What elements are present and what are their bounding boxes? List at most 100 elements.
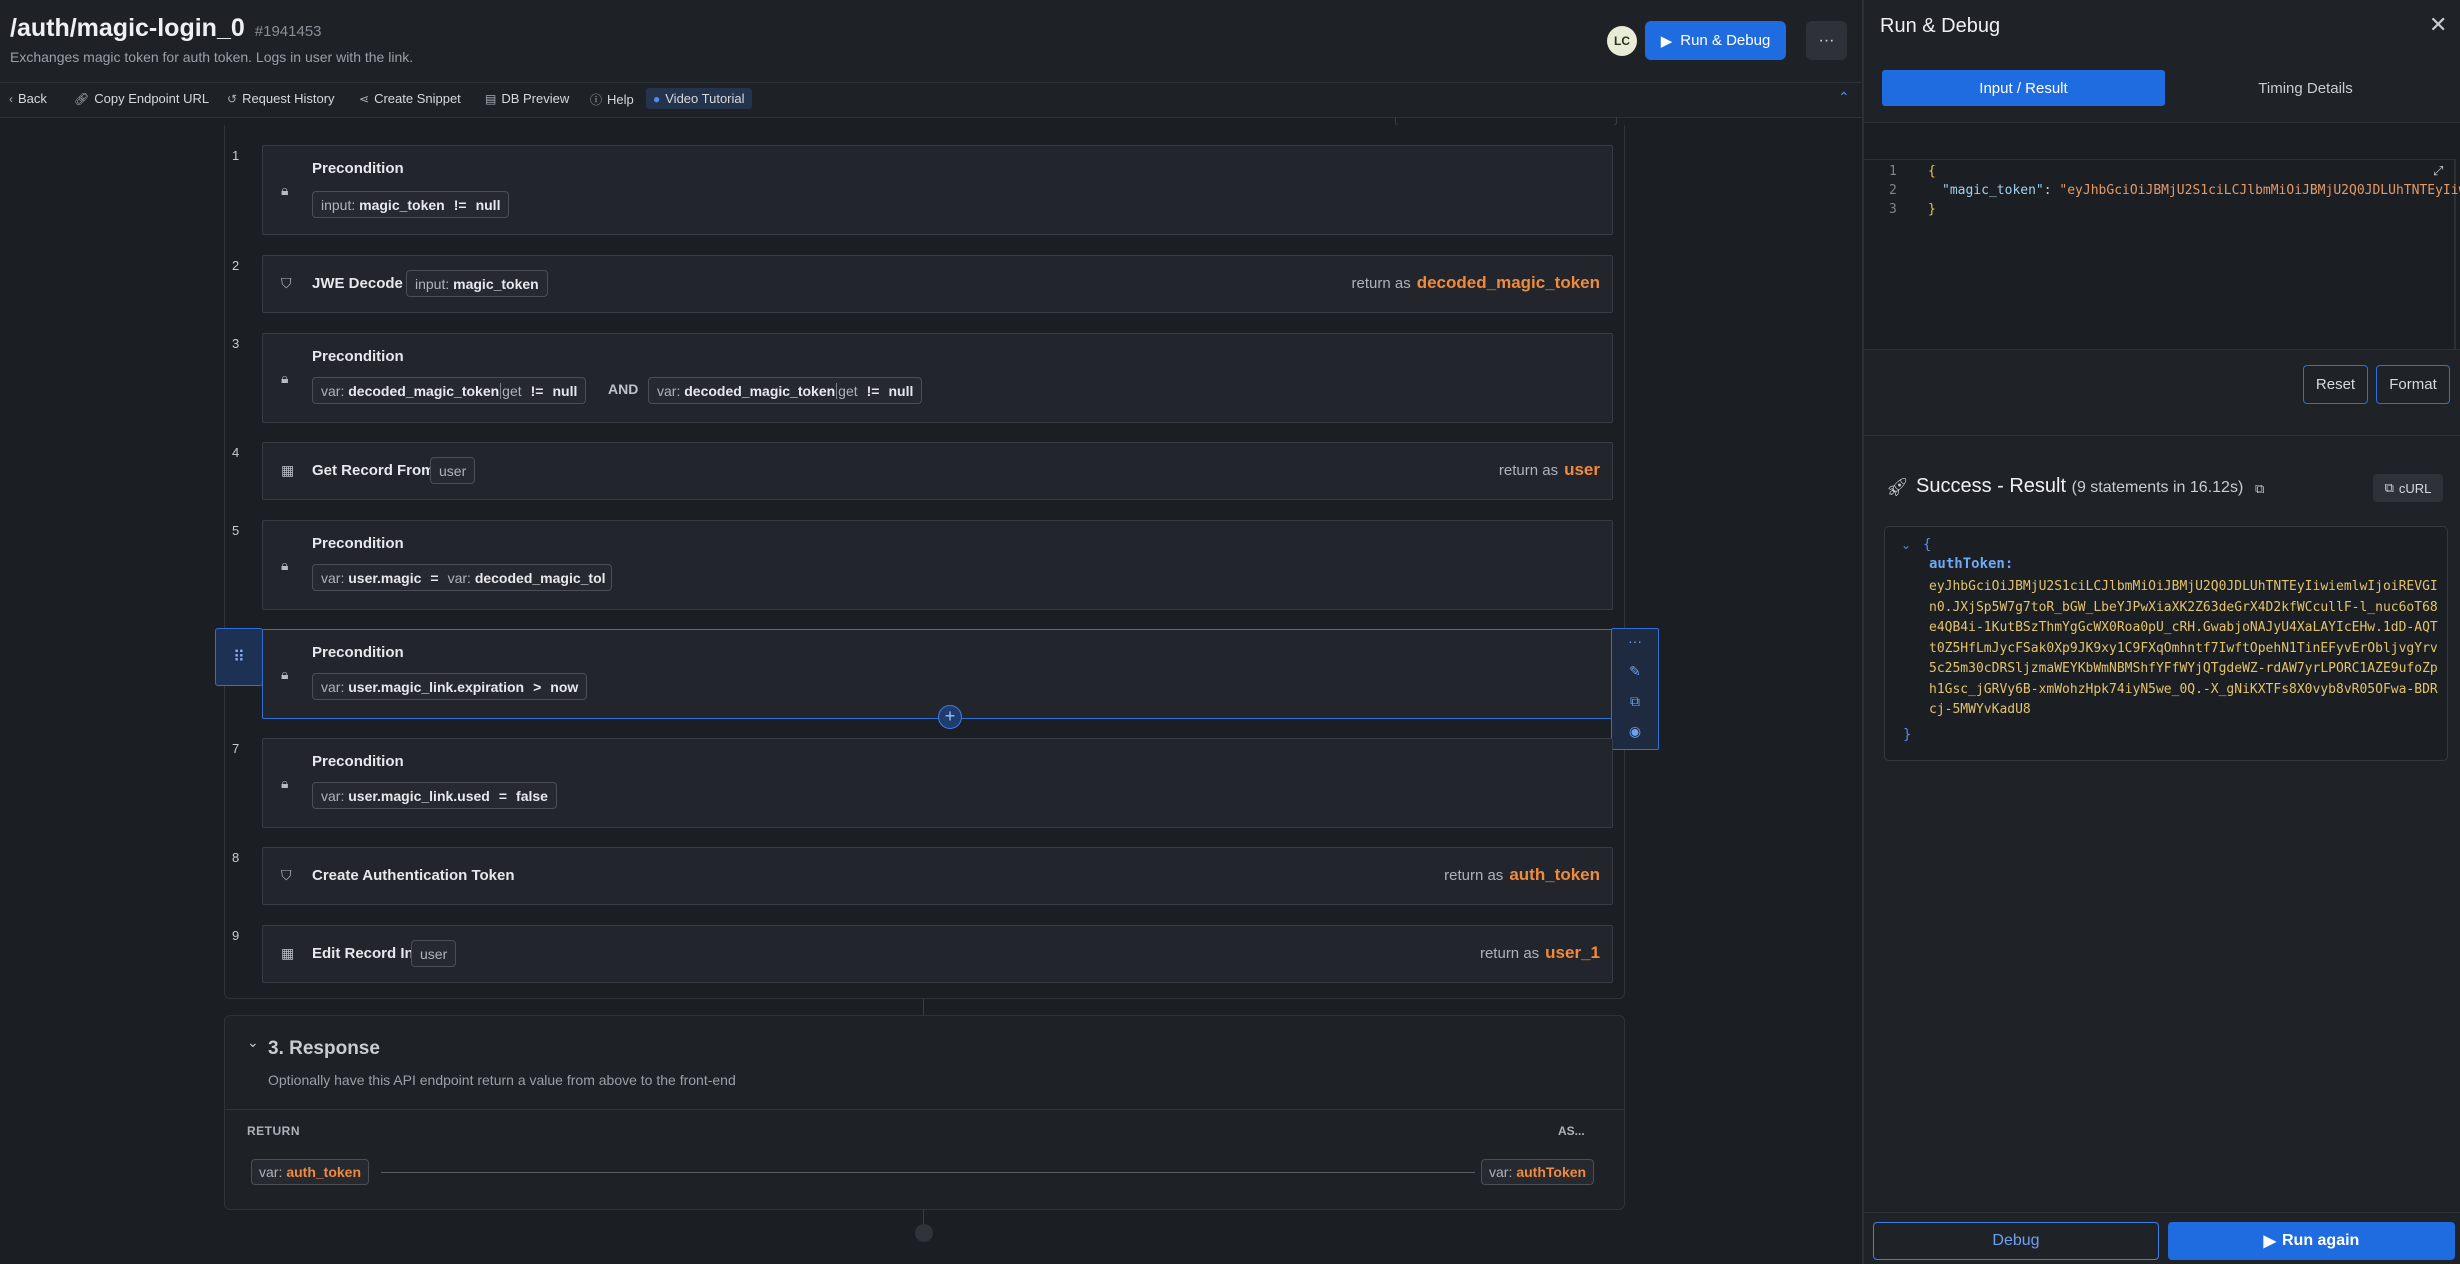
copy-icon: ⧉ (2384, 480, 2394, 495)
step-number: 5 (232, 523, 240, 538)
eye-icon[interactable]: ◉ (1612, 723, 1658, 740)
condition-chip[interactable]: var: user.magic = var: decoded_magic_tol (312, 564, 612, 591)
copy-icon[interactable]: ⧉ (2255, 481, 2264, 497)
tab-timing-details[interactable]: Timing Details (2164, 70, 2447, 106)
step-create-auth-token[interactable]: ⛉ Create Authentication Token return as a… (262, 847, 1613, 905)
chevron-down-icon[interactable]: ⌄ (1901, 538, 1911, 552)
editor-body[interactable]: 1 { 2 "magic_token": "eyJhbGciOiJBMjU2S1… (1864, 159, 2460, 349)
step-get-record[interactable]: ▦ Get Record From user return as user (262, 442, 1613, 500)
more-actions-icon[interactable]: ··· (1612, 633, 1658, 649)
step-number: 1 (232, 148, 240, 163)
table-chip[interactable]: user (411, 940, 457, 967)
db-preview-button[interactable]: ▤ DB Preview (485, 91, 569, 106)
step-precondition-6[interactable]: 🔒︎ Precondition var: user.magic_link.exp… (262, 629, 1613, 719)
chip-var: decoded_magic_tol (474, 569, 606, 586)
panel-title: Run & Debug (1880, 15, 2001, 37)
function-stack-editor: /auth/magic-login_0 #1941453 Exchanges ma… (0, 0, 1862, 1264)
chip-var: magic_token (453, 275, 539, 292)
run-debug-panel: Run & Debug ✕ Input / Result Timing Deta… (1862, 0, 2460, 1264)
close-icon[interactable]: ✕ (2429, 12, 2447, 38)
collapse-toolbar-icon[interactable]: ⌃ (1838, 89, 1850, 106)
as-value-chip[interactable]: var: authToken (1481, 1159, 1595, 1185)
return-var[interactable]: decoded_magic_token (1417, 273, 1600, 292)
run-debug-label: Run & Debug (1680, 32, 1771, 49)
step-jwe-decode[interactable]: ⛉ JWE Decode input: magic_token return a… (262, 255, 1613, 313)
link-icon: 🔗︎ (74, 91, 90, 106)
run-again-button[interactable]: ▶ Run again (2168, 1222, 2455, 1260)
back-label: Back (18, 91, 47, 106)
step-precondition-1[interactable]: 🔒︎ Precondition input: magic_token != null (262, 145, 1613, 235)
debug-button[interactable]: Debug (1873, 1222, 2159, 1260)
history-label: Request History (242, 91, 335, 106)
chip-var: user.magic_link.used (348, 787, 490, 804)
chip-prefix: var: (321, 382, 345, 399)
back-button[interactable]: ‹ Back (9, 91, 47, 106)
stack-connector (923, 1209, 924, 1225)
video-tutorial-button[interactable]: ● Video Tutorial (646, 88, 752, 109)
result-status: Success - Result (1916, 475, 2067, 497)
condition-chip[interactable]: var: decoded_magic_token get != null (648, 377, 923, 404)
add-step-icon[interactable]: + (938, 705, 962, 729)
condition-chip[interactable]: input: magic_token != null (312, 191, 510, 218)
return-var[interactable]: user (1564, 460, 1600, 479)
and-operator[interactable]: AND (608, 381, 638, 397)
create-snippet-button[interactable]: ⋖ Create Snippet (359, 91, 461, 106)
duplicate-icon[interactable]: ⧉ (1612, 693, 1658, 710)
endpoint-id: #1941453 (254, 23, 322, 40)
step-precondition-3[interactable]: 🔒︎ Precondition var: decoded_magic_token… (262, 333, 1613, 423)
edit-icon[interactable]: ✎ (1612, 663, 1658, 680)
table-chip[interactable]: user (430, 457, 476, 484)
drag-handle-icon[interactable]: ⠿ (215, 628, 263, 686)
tab-input-result[interactable]: Input / Result (1882, 70, 2165, 106)
chip-operator: != (530, 382, 544, 399)
stack-connector (923, 999, 924, 1015)
return-as: return as user (1499, 460, 1600, 480)
chip-prefix: var: (321, 569, 345, 586)
return-var[interactable]: auth_token (1509, 865, 1600, 884)
reset-button[interactable]: Reset (2303, 365, 2368, 404)
step-edit-record[interactable]: ▦ Edit Record In user return as user_1 (262, 925, 1613, 983)
lock-icon: 🔒︎ (281, 666, 289, 682)
run-debug-button[interactable]: ▶ Run & Debug (1645, 21, 1786, 60)
help-button[interactable]: ⓘ Help (590, 91, 634, 108)
condition-chip[interactable]: var: user.magic_link.expiration > now (312, 673, 588, 700)
expand-icon[interactable]: ⤢ (2433, 163, 2443, 179)
return-value-chip[interactable]: var: auth_token (251, 1159, 370, 1185)
return-var[interactable]: user_1 (1545, 943, 1600, 962)
play-circle-icon: ● (653, 91, 661, 106)
step-precondition-5[interactable]: 🔒︎ Precondition var: user.magic = var: dec… (262, 520, 1613, 610)
response-description: Optionally have this API endpoint return… (268, 1072, 736, 1088)
db-preview-label: DB Preview (501, 91, 570, 106)
lock-icon: 🔒︎ (281, 557, 289, 573)
return-as: return as auth_token (1444, 865, 1600, 885)
response-title[interactable]: 3. Response (268, 1038, 380, 1060)
condition-chip[interactable]: var: user.magic_link.used = false (312, 782, 557, 809)
chip-operator: > (533, 678, 542, 695)
chevron-down-icon[interactable]: ⌄ (247, 1034, 259, 1051)
avatar[interactable]: LC (1607, 26, 1637, 56)
request-history-button[interactable]: ↺ Request History (227, 91, 335, 106)
curl-button[interactable]: ⧉ cURL (2373, 474, 2443, 502)
line-number: 1 (1889, 164, 1897, 179)
result-title: Success - Result (9 statements in 16.12s… (1916, 475, 2243, 498)
step-number: 4 (232, 445, 240, 460)
step-title: Precondition (312, 348, 404, 365)
snippet-label: Create Snippet (374, 91, 461, 106)
return-as: return as user_1 (1480, 943, 1600, 963)
format-button[interactable]: Format (2376, 365, 2450, 404)
step-number: 8 (232, 850, 240, 865)
condition-chip[interactable]: var: decoded_magic_token get != null (312, 377, 587, 404)
more-options-button[interactable]: ··· (1806, 21, 1847, 60)
step-precondition-7[interactable]: 🔒︎ Precondition var: user.magic_link.use… (262, 738, 1613, 828)
chip-var: decoded_magic_token (684, 382, 836, 399)
chip-prefix: var: (321, 787, 345, 804)
json-colon: : (2043, 183, 2060, 198)
json-key: "magic_token" (1942, 183, 2044, 198)
copy-endpoint-url-button[interactable]: 🔗︎ Copy Endpoint URL (74, 91, 209, 106)
line-number: 2 (1889, 183, 1897, 198)
input-json-editor[interactable]: 1 { 2 "magic_token": "eyJhbGciOiJBMjU2S1… (1864, 122, 2460, 350)
input-chip[interactable]: input: magic_token (406, 270, 548, 297)
chip-value: null (888, 382, 914, 399)
return-as-label: return as (1498, 462, 1559, 479)
step-title: Precondition (312, 753, 404, 770)
